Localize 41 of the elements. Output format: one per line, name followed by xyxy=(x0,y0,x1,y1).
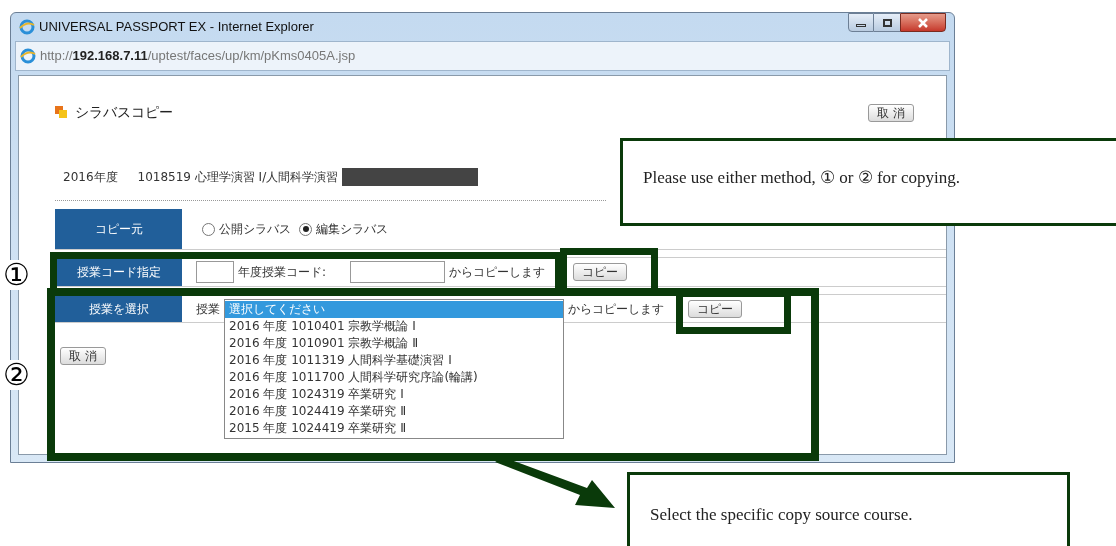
field-label: からコピーします xyxy=(449,264,546,281)
year-text: 2016年度 xyxy=(63,169,118,186)
url-text: http://192.168.7.11/uptest/faces/up/km/pKms0405A.jsp xyxy=(40,47,356,66)
row-header: 授業を選択 xyxy=(55,295,182,322)
callout-text: Select the specific copy source course. xyxy=(650,504,914,526)
dropdown-option[interactable]: 2016 年度 1010901 宗教学概論 Ⅱ xyxy=(225,334,563,352)
dropdown-option[interactable]: 2016 年度 1024419 卒業研究 Ⅱ xyxy=(225,402,563,420)
step-marker: ① xyxy=(3,260,30,290)
close-button[interactable] xyxy=(900,13,946,32)
radio-button[interactable] xyxy=(299,222,312,236)
browser-logo-icon xyxy=(20,48,36,64)
browser-logo-icon xyxy=(19,19,35,35)
field-label: からコピーします xyxy=(568,300,665,318)
callout-text: Please use either method, ① or ② for copying. xyxy=(643,167,962,189)
step-marker: ② xyxy=(3,360,30,390)
field-label: 授業 xyxy=(196,300,220,318)
page-title: シラバスコピー xyxy=(75,102,173,122)
course-text: 1018519 心理学演習 Ⅰ/人間科学演習 xyxy=(137,169,339,186)
row-header: コピー元 xyxy=(55,209,182,249)
cancel-button[interactable]: 取 消 xyxy=(868,104,914,122)
field-label: 年度授業コード: xyxy=(238,264,328,281)
year-field[interactable] xyxy=(196,261,234,283)
close-icon xyxy=(918,17,928,28)
course-code-field[interactable] xyxy=(350,261,445,283)
row-header: 授業コード指定 xyxy=(55,258,182,286)
radio-label: 編集シラバス xyxy=(316,221,388,238)
radio-button[interactable] xyxy=(202,222,215,236)
copy-button[interactable]: コピー xyxy=(688,299,742,318)
dropdown-option[interactable]: 2016 年度 1011319 人間科学基礎演習 Ⅰ xyxy=(225,351,563,369)
address-bar[interactable]: http://192.168.7.11/uptest/faces/up/km/pKms0405A.jsp xyxy=(15,41,950,71)
minimize-button[interactable] xyxy=(848,13,874,32)
maximize-button[interactable] xyxy=(874,13,900,32)
title-icon xyxy=(55,106,67,118)
radio-label: 公開シラバス xyxy=(219,221,291,238)
dropdown-option[interactable]: 2016 年度 1010401 宗教学概論 Ⅰ xyxy=(225,317,563,335)
copy-button[interactable]: コピー xyxy=(573,263,627,281)
dropdown-option[interactable]: 2016 年度 1011700 人間科学研究序論(輪講) xyxy=(225,368,563,386)
window-title: UNIVERSAL PASSPORT EX - Internet Explorer xyxy=(39,18,314,37)
cancel-button[interactable]: 取 消 xyxy=(60,347,106,365)
dropdown-option[interactable]: 2015 年度 1024419 卒業研究 Ⅱ xyxy=(225,419,563,437)
dropdown-option[interactable]: 2016 年度 1024319 卒業研究 Ⅰ xyxy=(225,385,563,403)
